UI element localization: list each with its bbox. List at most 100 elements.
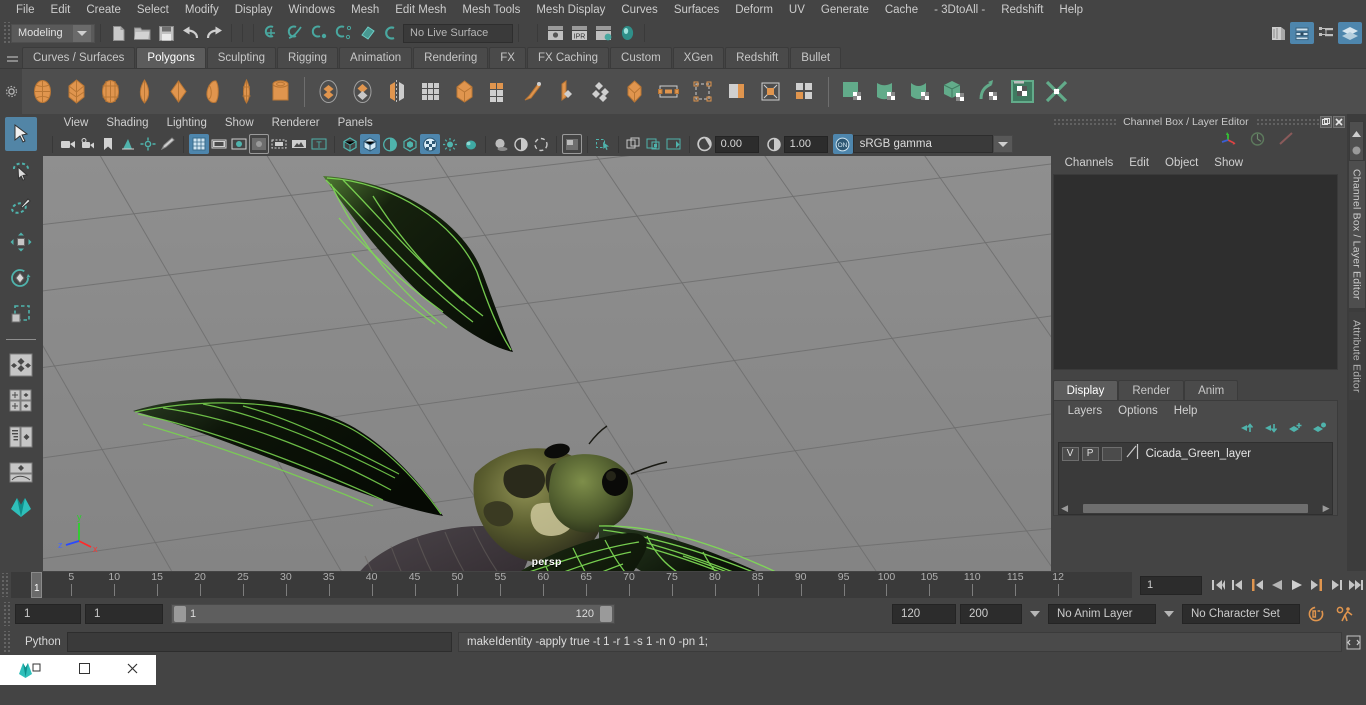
hypershade-icon[interactable] <box>1266 22 1290 44</box>
live-surface-field[interactable]: No Live Surface <box>403 23 513 43</box>
persp-graph-layout-icon[interactable] <box>5 456 37 490</box>
range-slider-grip[interactable] <box>2 602 11 626</box>
move-layer-up-icon[interactable] <box>1240 421 1255 439</box>
character-set-chevron-down-icon[interactable] <box>1160 604 1178 624</box>
scroll-left-icon[interactable]: ◀ <box>1059 503 1071 514</box>
undock-icon[interactable] <box>1320 116 1333 128</box>
render-settings-icon[interactable] <box>591 22 615 44</box>
layer-list-horizontal-scrollbar[interactable]: ◀ ▶ <box>1058 502 1333 514</box>
auto-keyframe-icon[interactable] <box>1304 604 1328 624</box>
poly-bridge-icon[interactable] <box>619 76 650 107</box>
outliner-persp-layout-icon[interactable] <box>5 420 37 454</box>
uv-transfer-icon[interactable] <box>973 76 1004 107</box>
exposure-field[interactable]: 0.00 <box>714 135 759 153</box>
time-slider-grip[interactable] <box>0 573 9 597</box>
snap-point-icon[interactable] <box>307 22 331 44</box>
poly-mirror-icon[interactable] <box>381 76 412 107</box>
snap-view-plane-icon[interactable] <box>355 22 379 44</box>
use-default-lighting-icon[interactable] <box>440 134 460 154</box>
poly-quadrangulate-icon[interactable] <box>789 76 820 107</box>
viewport-menu-panels[interactable]: Panels <box>329 117 382 129</box>
viewport-menu-lighting[interactable]: Lighting <box>158 117 216 129</box>
shelf-tab-rigging[interactable]: Rigging <box>277 47 339 68</box>
poly-smooth-icon[interactable] <box>415 76 446 107</box>
shelf-tab-animation[interactable]: Animation <box>339 47 413 68</box>
safe-action-icon[interactable] <box>289 134 309 154</box>
color-space-chevron-down-icon[interactable] <box>992 135 1013 153</box>
side-tab-attribute-editor[interactable]: Attribute Editor <box>1348 311 1365 401</box>
menu-item-cache[interactable]: Cache <box>877 0 926 20</box>
grid-icon[interactable] <box>188 134 209 154</box>
isolate-select-icon[interactable] <box>561 134 582 154</box>
viewport-menu-view[interactable]: View <box>55 117 98 129</box>
menu-item-curves[interactable]: Curves <box>613 0 665 20</box>
shadows-icon[interactable] <box>491 134 511 154</box>
poly-cylinder-icon[interactable] <box>95 76 126 107</box>
poly-pipe-icon[interactable] <box>265 76 296 107</box>
use-all-lights-icon[interactable] <box>460 134 480 154</box>
current-frame-field[interactable]: 1 <box>1140 575 1202 595</box>
ambient-occlusion-icon[interactable] <box>511 134 531 154</box>
last-tool-used-icon[interactable] <box>5 348 37 382</box>
bookmark-icon[interactable] <box>98 134 118 154</box>
resolution-gate-icon[interactable] <box>229 134 249 154</box>
poly-bevel-icon[interactable] <box>585 76 616 107</box>
exposure-icon[interactable] <box>695 134 715 154</box>
poly-plane-icon[interactable] <box>163 76 194 107</box>
command-line-grip[interactable] <box>2 631 11 653</box>
layer-editor-icon[interactable] <box>1338 22 1362 44</box>
anim-layer-chevron-down-icon[interactable] <box>1026 604 1044 624</box>
menu-item-select[interactable]: Select <box>129 0 177 20</box>
undo-icon[interactable] <box>178 22 202 44</box>
range-handle-left[interactable] <box>174 606 186 622</box>
make-live-icon[interactable] <box>379 22 403 44</box>
gamma-field[interactable]: 1.00 <box>783 135 828 153</box>
film-gate-icon[interactable] <box>209 134 229 154</box>
shelf-tab-fx[interactable]: FX <box>489 47 526 68</box>
shelf-tab-curves-surfaces[interactable]: Curves / Surfaces <box>22 47 136 68</box>
scroll-thumb[interactable] <box>1082 503 1309 513</box>
panel-grip-right[interactable] <box>1255 117 1320 127</box>
render-current-frame-icon[interactable] <box>543 22 567 44</box>
layer-name[interactable]: Cicada_Green_layer <box>1146 448 1251 460</box>
move-tool-icon[interactable] <box>5 225 37 259</box>
range-slider-bar[interactable]: 1 120 <box>171 604 615 624</box>
command-language-label[interactable]: Python <box>11 636 67 648</box>
playback-end-time-field[interactable]: 120 <box>892 604 956 624</box>
render-view-icon[interactable] <box>615 22 639 44</box>
menu-item-modify[interactable]: Modify <box>177 0 227 20</box>
menu-item-surfaces[interactable]: Surfaces <box>666 0 727 20</box>
layer-tab-display[interactable]: Display <box>1052 380 1119 400</box>
animation-end-time-field[interactable]: 200 <box>960 604 1022 624</box>
step-forward-keyframe-icon[interactable] <box>1328 575 1346 595</box>
channel-menu-show[interactable]: Show <box>1206 157 1251 169</box>
layer-color-swatch[interactable] <box>1125 443 1139 464</box>
chevron-down-icon[interactable] <box>73 24 91 42</box>
layer-menu-help[interactable]: Help <box>1166 405 1206 417</box>
node-editor-icon[interactable] <box>1314 22 1338 44</box>
perspective-viewport[interactable]: y x z persp <box>42 156 1051 571</box>
shelf-tab-polygons[interactable]: Polygons <box>136 47 206 68</box>
play-backwards-icon[interactable] <box>1268 575 1286 595</box>
command-input[interactable] <box>67 632 452 652</box>
viewport-menu-shading[interactable]: Shading <box>97 117 157 129</box>
lasso-select-tool-icon[interactable] <box>5 153 37 187</box>
go-to-end-icon[interactable] <box>1348 575 1366 595</box>
shelf-tab-custom[interactable]: Custom <box>610 47 672 68</box>
menu-item-windows[interactable]: Windows <box>280 0 343 20</box>
animation-preferences-icon[interactable] <box>1332 604 1358 624</box>
shaded-wireframe-icon[interactable] <box>380 134 400 154</box>
poly-booleans-icon[interactable] <box>313 76 344 107</box>
gamma-icon[interactable] <box>764 134 784 154</box>
channel-box-list[interactable] <box>1052 174 1339 370</box>
layer-visibility-toggle[interactable]: V <box>1061 446 1079 461</box>
menu-item-3dtoall[interactable]: - 3DtoAll - <box>926 0 993 20</box>
command-result-field[interactable]: makeIdentity -apply true -t 1 -r 1 -s 1 … <box>458 632 1342 652</box>
rotate-tool-icon[interactable] <box>5 261 37 295</box>
menu-item-deform[interactable]: Deform <box>727 0 781 20</box>
channel-box-icon[interactable] <box>1220 131 1237 152</box>
menu-item-help[interactable]: Help <box>1051 0 1091 20</box>
poly-target-weld-icon[interactable] <box>517 76 548 107</box>
scroll-up-icon[interactable] <box>1352 124 1362 142</box>
range-handle-right[interactable] <box>600 606 612 622</box>
